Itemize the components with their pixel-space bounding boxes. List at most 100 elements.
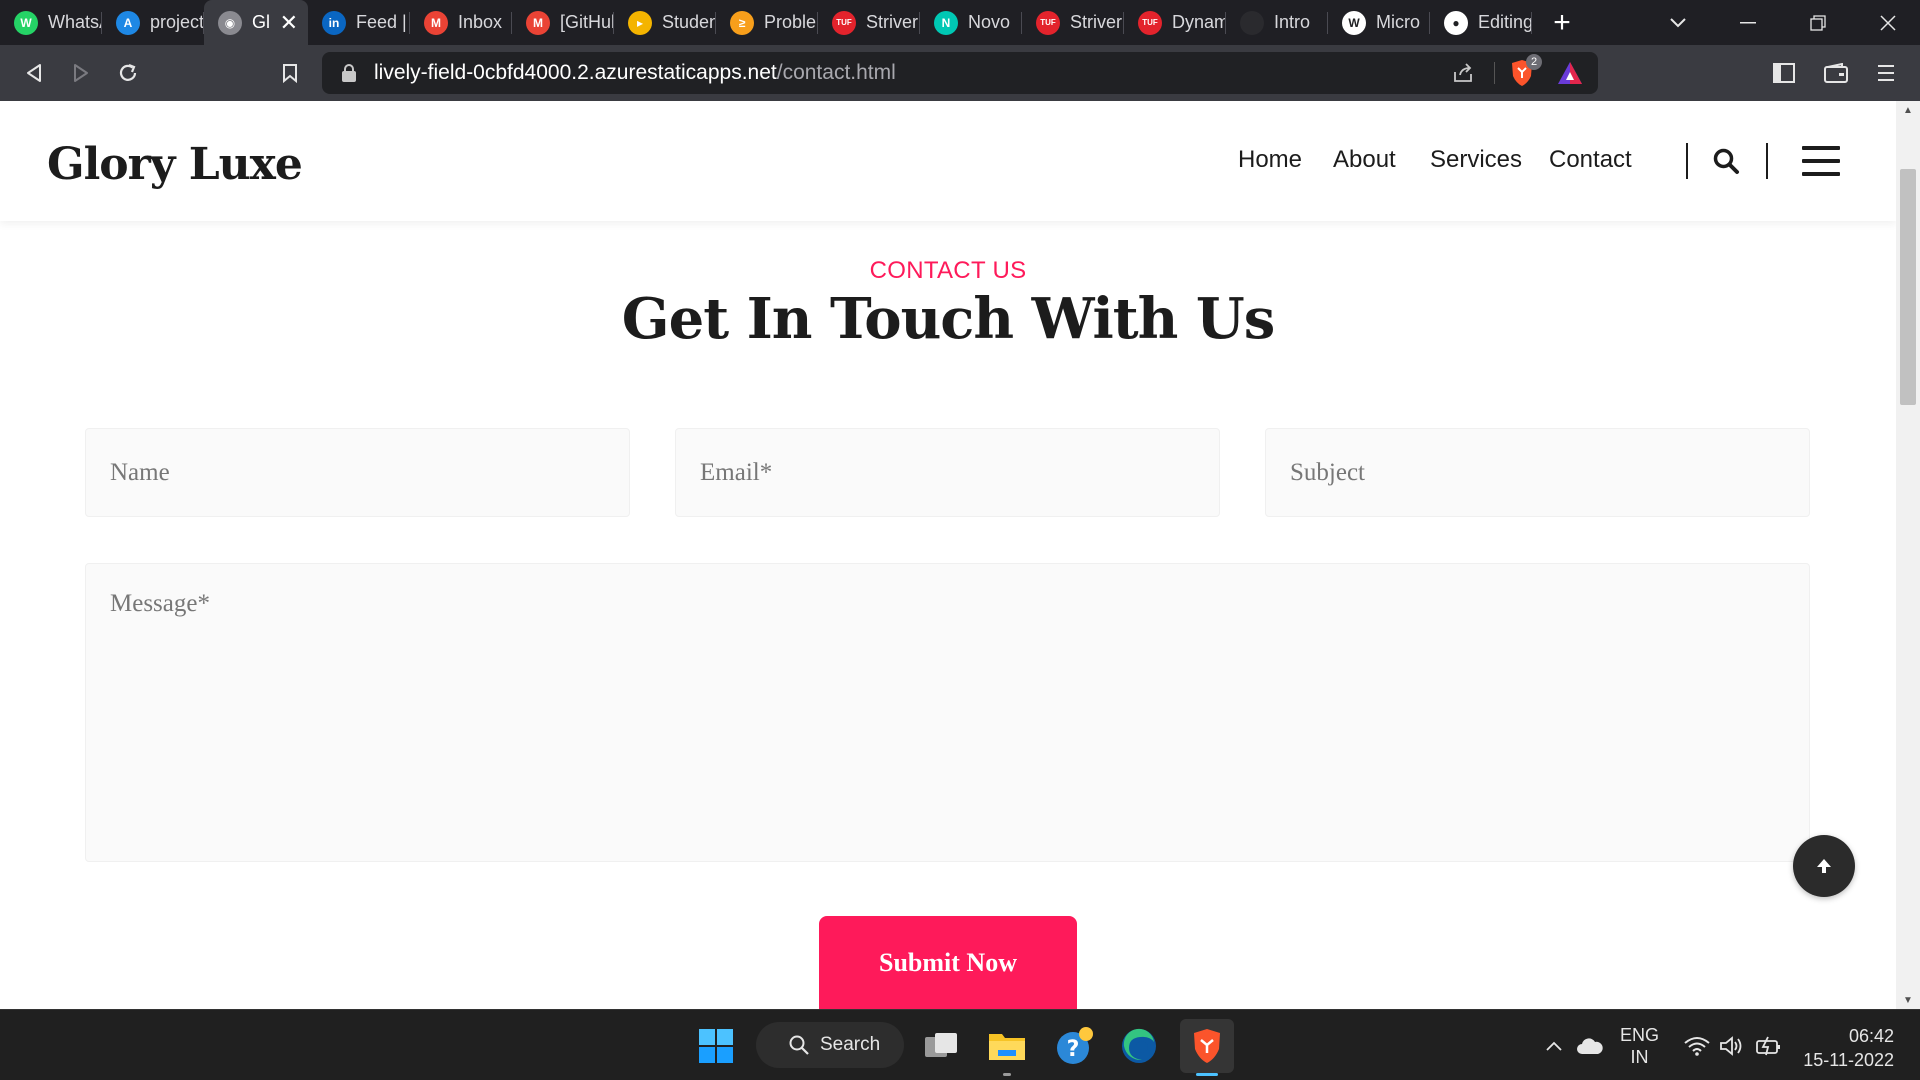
windows-start-icon[interactable] [695,1025,737,1067]
web-page: Glory Luxe Home About Services Contact C… [0,101,1896,1009]
email-field[interactable] [675,428,1220,517]
language-indicator[interactable]: ENG IN [1620,1024,1659,1068]
page-scrollbar[interactable]: ▲ ▼ [1896,101,1920,1009]
tab-title: Striver [866,12,919,32]
hamburger-menu-icon[interactable] [1802,146,1840,176]
region-code: IN [1630,1047,1649,1067]
sidebar-toggle-icon[interactable] [1764,53,1804,93]
wallet-icon[interactable] [1816,53,1856,93]
tab-title: Editing [1478,12,1532,32]
browser-tab[interactable]: ● Editing [1430,0,1532,45]
blank-icon [1240,10,1264,35]
browser-tab[interactable]: W Micro [1328,0,1430,45]
tab-title: Micro [1376,12,1420,32]
tab-title: Problems [764,12,818,32]
reload-button[interactable] [108,53,148,93]
bookmark-icon[interactable] [270,53,310,93]
browser-tab[interactable]: TUF Dynamic [1124,0,1226,45]
forward-button[interactable] [61,53,101,93]
nav-link-contact[interactable]: Contact [1549,146,1632,174]
browser-tab[interactable]: N Novo [920,0,1022,45]
novo-icon: N [934,10,958,35]
linkedin-icon: in [322,10,346,35]
browser-tab[interactable]: TUF Striver [1022,0,1124,45]
brave-taskbar-icon[interactable] [1180,1019,1234,1073]
tab-title: Feed | LinkedIn [356,12,410,32]
clock-date: 15-11-2022 [1803,1050,1894,1070]
tab-title: Student [662,12,716,32]
onedrive-cloud-icon[interactable] [1569,1025,1611,1067]
tab-title: WhatsApp [48,12,102,32]
browser-tab-strip: W WhatsAppAprojects◉Glory Luxe✕ in Feed | L… [0,0,1920,45]
nav-divider [1766,143,1768,179]
tab-title: [GitHub] [560,12,614,32]
scrollbar-thumb[interactable] [1900,169,1916,405]
browser-tab[interactable]: M [GitHub] [512,0,614,45]
nav-link-about[interactable]: About [1333,146,1396,174]
page-title: Get In Touch With Us [621,286,1275,352]
task-view-icon[interactable] [920,1025,962,1067]
scroll-to-top-button[interactable] [1793,835,1855,897]
tab-title: Intro [1274,12,1311,32]
tab-title: Novo [968,12,1011,32]
browser-menu-icon[interactable] [1866,53,1906,93]
name-field[interactable] [85,428,630,517]
nav-divider [1686,143,1688,179]
tab-search-chevron-icon[interactable] [1648,0,1708,45]
close-window-button[interactable] [1858,0,1918,45]
arrow-up-icon [1817,859,1831,873]
new-tab-button[interactable]: + [1532,0,1592,45]
windows-taskbar: Search ? ENG IN 06:42 15-11-2022 [0,1009,1920,1080]
shield-count-badge: 2 [1526,54,1542,70]
back-button[interactable] [14,53,54,93]
close-tab-icon[interactable]: ✕ [280,10,308,36]
browser-tab[interactable]: ≥ Problems [716,0,818,45]
scroll-up-arrow-icon[interactable]: ▲ [1896,101,1920,119]
whatsapp-icon: W [14,10,38,35]
browser-tab[interactable]: Intro [1226,0,1328,45]
site-header: Glory Luxe Home About Services Contact [0,101,1896,221]
browser-tab[interactable]: in Feed | LinkedIn [308,0,410,45]
language-code: ENG [1620,1025,1660,1045]
browser-tab[interactable]: Aprojects [102,0,204,45]
clock-time: 06:42 [1848,1026,1894,1046]
nav-link-services[interactable]: Services [1430,146,1522,174]
edge-browser-icon[interactable] [1118,1025,1160,1067]
github-icon: ● [1444,10,1468,35]
subject-field[interactable] [1265,428,1810,517]
volume-icon[interactable] [1711,1025,1753,1067]
brave-rewards-icon[interactable] [1556,60,1584,86]
browser-tab[interactable]: M Inbox [410,0,512,45]
browser-tab[interactable]: ◉ Glory Luxe ✕ [204,0,308,45]
tab-title: Striver [1070,12,1123,32]
battery-charging-icon[interactable] [1748,1025,1790,1067]
submit-button[interactable]: Submit Now [819,916,1077,1009]
message-field[interactable] [85,563,1810,862]
browser-tab[interactable]: ▸ Student [614,0,716,45]
address-bar[interactable]: lively-field-0cbfd4000.2.azurestaticapps… [322,52,1598,94]
help-app-icon[interactable]: ? [1054,1025,1096,1067]
gmail-icon: M [526,10,550,35]
file-explorer-icon[interactable] [986,1025,1028,1067]
minimize-button[interactable] [1718,0,1778,45]
scroll-down-arrow-icon[interactable]: ▼ [1896,991,1920,1009]
tab-list: W WhatsAppAprojects◉Glory Luxe✕ in Feed | L… [0,0,1532,45]
site-logo[interactable]: Glory Luxe [47,139,303,190]
nav-link-home[interactable]: Home [1238,146,1302,174]
url-text[interactable]: lively-field-0cbfd4000.2.azurestaticapps… [374,61,896,85]
tuf-icon: TUF [1036,10,1060,35]
restore-button[interactable] [1788,0,1848,45]
tuf-icon: TUF [1138,10,1162,35]
tab-title: Dynamic [1172,12,1226,32]
taskbar-clock[interactable]: 06:42 15-11-2022 [1800,1024,1894,1072]
section-eyebrow: CONTACT US [869,257,1027,284]
browser-tab[interactable]: TUF Striver [818,0,920,45]
problems-icon: ≥ [730,10,754,35]
lock-icon [342,64,356,82]
share-icon[interactable] [1450,60,1476,86]
browser-tab[interactable]: W WhatsApp [0,0,102,45]
search-icon [789,1035,809,1055]
taskbar-search-button[interactable]: Search [756,1022,904,1068]
taskbar-search-label: Search [820,1034,881,1055]
search-icon[interactable] [1712,147,1742,177]
